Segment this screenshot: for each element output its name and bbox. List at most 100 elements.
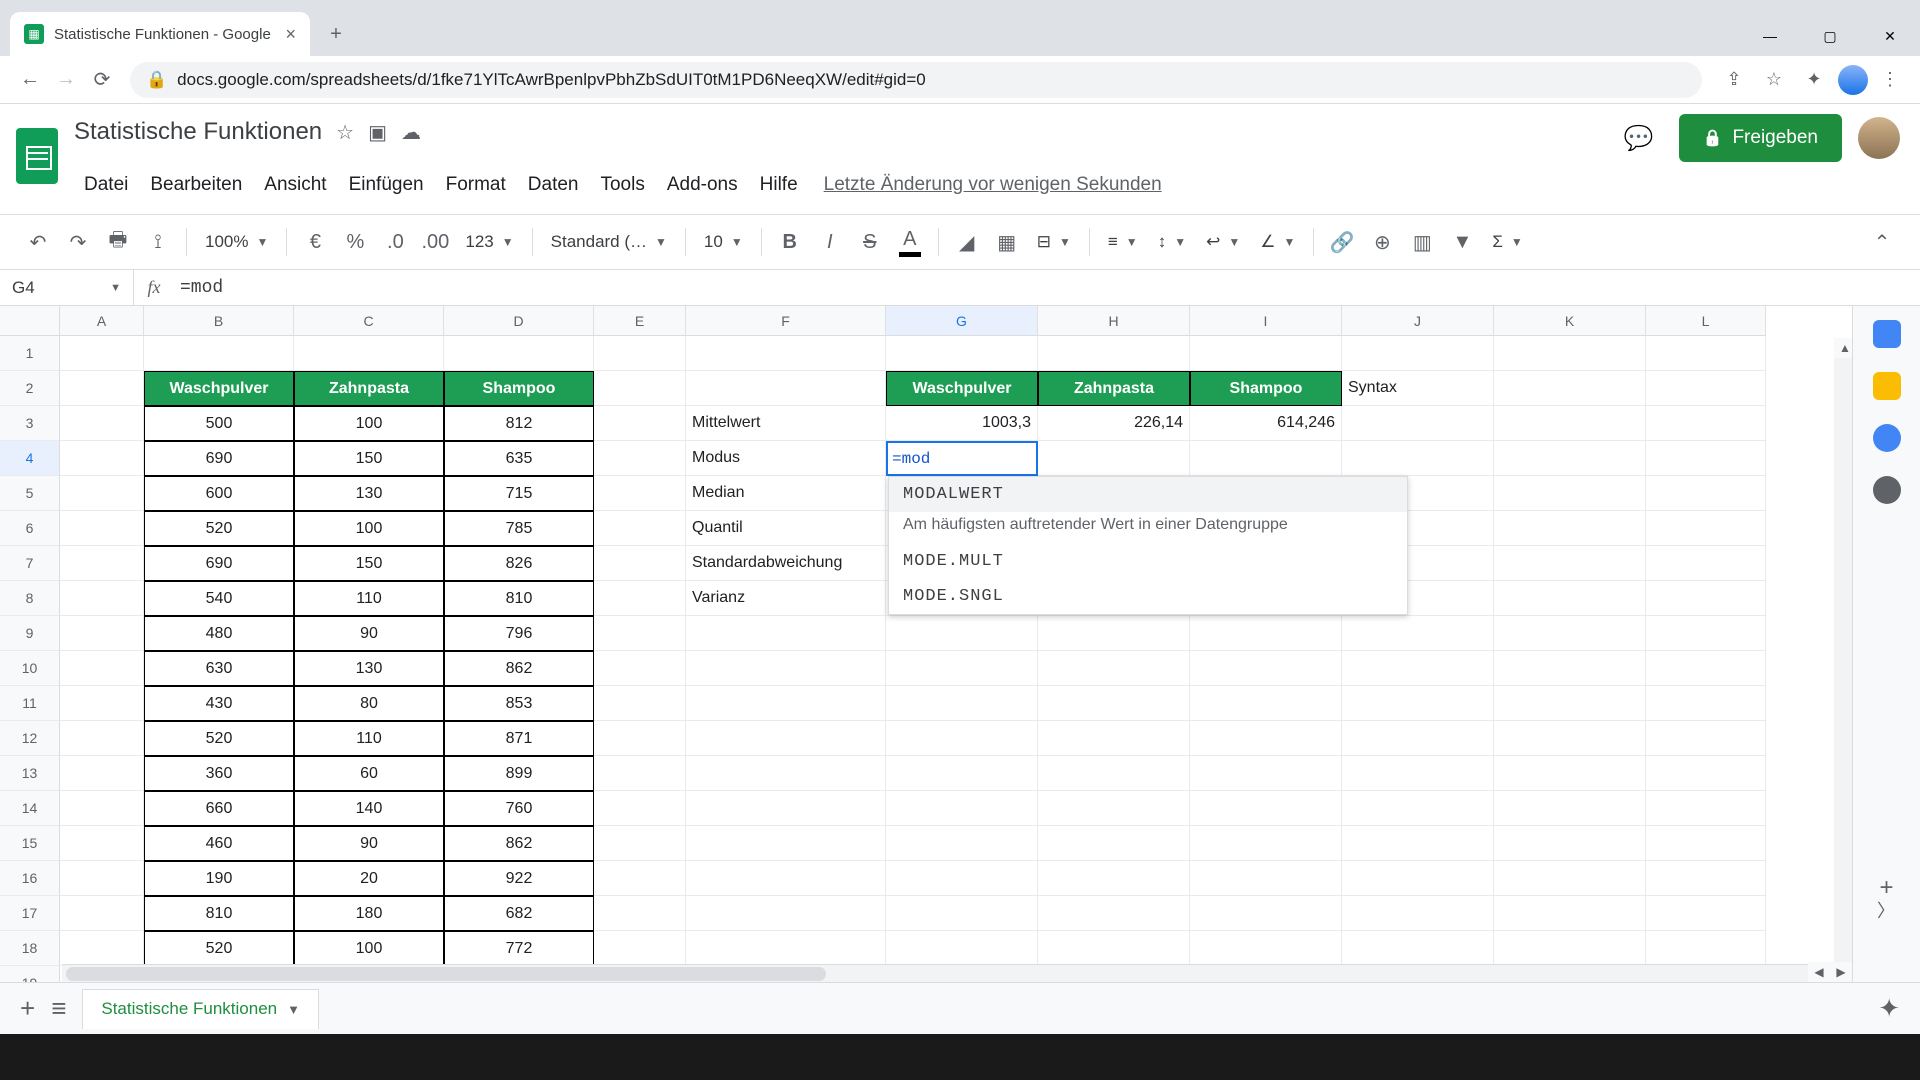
cell[interactable]: 690 [144, 441, 294, 476]
cell[interactable]: Zahnpasta [1038, 371, 1190, 406]
comments-button[interactable]: 💬 [1615, 114, 1663, 162]
cell[interactable]: 690 [144, 546, 294, 581]
increase-decimal-button[interactable]: .00 [417, 224, 453, 260]
h-align-button[interactable]: ≡▼ [1100, 232, 1146, 252]
cell[interactable]: 140 [294, 791, 444, 826]
cell[interactable]: 630 [144, 651, 294, 686]
cell[interactable] [60, 931, 144, 966]
cell[interactable] [1190, 336, 1342, 371]
cell[interactable]: 540 [144, 581, 294, 616]
column-header[interactable]: B [144, 306, 294, 336]
cell[interactable] [1494, 791, 1646, 826]
cell[interactable] [594, 406, 686, 441]
row-header[interactable]: 10 [0, 651, 60, 686]
cell[interactable]: 520 [144, 931, 294, 966]
cell[interactable] [1038, 826, 1190, 861]
spreadsheet-grid[interactable]: ABCDEFGHIJKL12WaschpulverZahnpastaShampo… [0, 306, 1920, 982]
cell[interactable] [1646, 546, 1766, 581]
cell[interactable]: 100 [294, 406, 444, 441]
cell[interactable]: Zahnpasta [294, 371, 444, 406]
row-header[interactable]: 2 [0, 371, 60, 406]
cell[interactable] [60, 441, 144, 476]
cell[interactable] [886, 756, 1038, 791]
cell[interactable]: Mittelwert [686, 406, 886, 441]
cell[interactable] [886, 931, 1038, 966]
strikethrough-button[interactable]: S [852, 224, 888, 260]
fill-color-button[interactable]: ◢ [949, 224, 985, 260]
cell[interactable]: Syntax [1342, 371, 1494, 406]
column-header[interactable]: J [1342, 306, 1494, 336]
decrease-decimal-button[interactable]: .0 [377, 224, 413, 260]
cell[interactable] [1038, 861, 1190, 896]
scroll-right-button[interactable]: ▶ [1830, 962, 1852, 982]
formula-input[interactable]: =mod [174, 278, 1920, 298]
cell[interactable] [1494, 826, 1646, 861]
font-size-select[interactable]: 10▼ [696, 232, 751, 252]
cell[interactable] [594, 616, 686, 651]
cell[interactable] [886, 896, 1038, 931]
cell[interactable]: 20 [294, 861, 444, 896]
cell[interactable]: 226,14 [1038, 406, 1190, 441]
move-icon[interactable]: ▣ [368, 120, 387, 145]
cell[interactable] [1038, 721, 1190, 756]
cell[interactable] [1494, 651, 1646, 686]
cell[interactable] [1342, 616, 1494, 651]
cell[interactable] [594, 931, 686, 966]
cell[interactable]: 100 [294, 931, 444, 966]
cell[interactable] [594, 721, 686, 756]
cell[interactable] [886, 651, 1038, 686]
row-header[interactable]: 13 [0, 756, 60, 791]
cell[interactable] [1646, 791, 1766, 826]
cell[interactable] [60, 686, 144, 721]
cell[interactable]: Shampoo [444, 371, 594, 406]
cell[interactable] [1646, 581, 1766, 616]
window-minimize-button[interactable]: — [1740, 16, 1800, 56]
autocomplete-item-mode-mult[interactable]: MODE.MULT [889, 544, 1407, 579]
row-header[interactable]: 7 [0, 546, 60, 581]
cell[interactable]: Varianz [686, 581, 886, 616]
row-header[interactable]: 16 [0, 861, 60, 896]
cell[interactable]: 862 [444, 826, 594, 861]
reload-button[interactable]: ⟳ [84, 62, 120, 98]
cell[interactable] [1494, 581, 1646, 616]
row-header[interactable]: 8 [0, 581, 60, 616]
new-tab-button[interactable]: + [318, 16, 354, 52]
cell[interactable]: 810 [444, 581, 594, 616]
cell[interactable] [1494, 931, 1646, 966]
cell[interactable] [1190, 441, 1342, 476]
sheets-logo[interactable] [10, 120, 64, 192]
cell[interactable] [594, 336, 686, 371]
bold-button[interactable]: B [772, 224, 808, 260]
cell[interactable]: Median [686, 476, 886, 511]
cell[interactable] [686, 336, 886, 371]
cell[interactable] [594, 826, 686, 861]
cell[interactable] [144, 336, 294, 371]
cell[interactable] [444, 336, 594, 371]
share-button[interactable]: Freigeben [1679, 114, 1842, 162]
cell[interactable]: 1003,3 [886, 406, 1038, 441]
row-header[interactable]: 18 [0, 931, 60, 966]
cell[interactable] [1190, 686, 1342, 721]
bookmark-icon[interactable]: ☆ [1756, 62, 1792, 98]
cell[interactable] [686, 616, 886, 651]
browser-tab[interactable]: ▦ Statistische Funktionen - Google × [10, 12, 310, 56]
contacts-addon-icon[interactable] [1873, 476, 1901, 504]
cell[interactable] [686, 826, 886, 861]
cell[interactable]: 871 [444, 721, 594, 756]
cell[interactable] [60, 371, 144, 406]
merge-cells-button[interactable]: ⊟▼ [1029, 232, 1079, 252]
cell[interactable] [594, 511, 686, 546]
all-sheets-button[interactable]: ≡ [51, 993, 66, 1024]
redo-button[interactable]: ↷ [60, 224, 96, 260]
select-all-corner[interactable] [0, 306, 60, 336]
cell[interactable]: 130 [294, 651, 444, 686]
column-header[interactable]: I [1190, 306, 1342, 336]
cell[interactable] [686, 756, 886, 791]
cell[interactable] [1038, 651, 1190, 686]
chart-button[interactable]: ▥ [1404, 224, 1440, 260]
cell[interactable]: 682 [444, 896, 594, 931]
comment-button[interactable]: ⊕ [1364, 224, 1400, 260]
menu-addons[interactable]: Add-ons [657, 170, 748, 200]
column-header[interactable]: C [294, 306, 444, 336]
cell[interactable] [1646, 686, 1766, 721]
